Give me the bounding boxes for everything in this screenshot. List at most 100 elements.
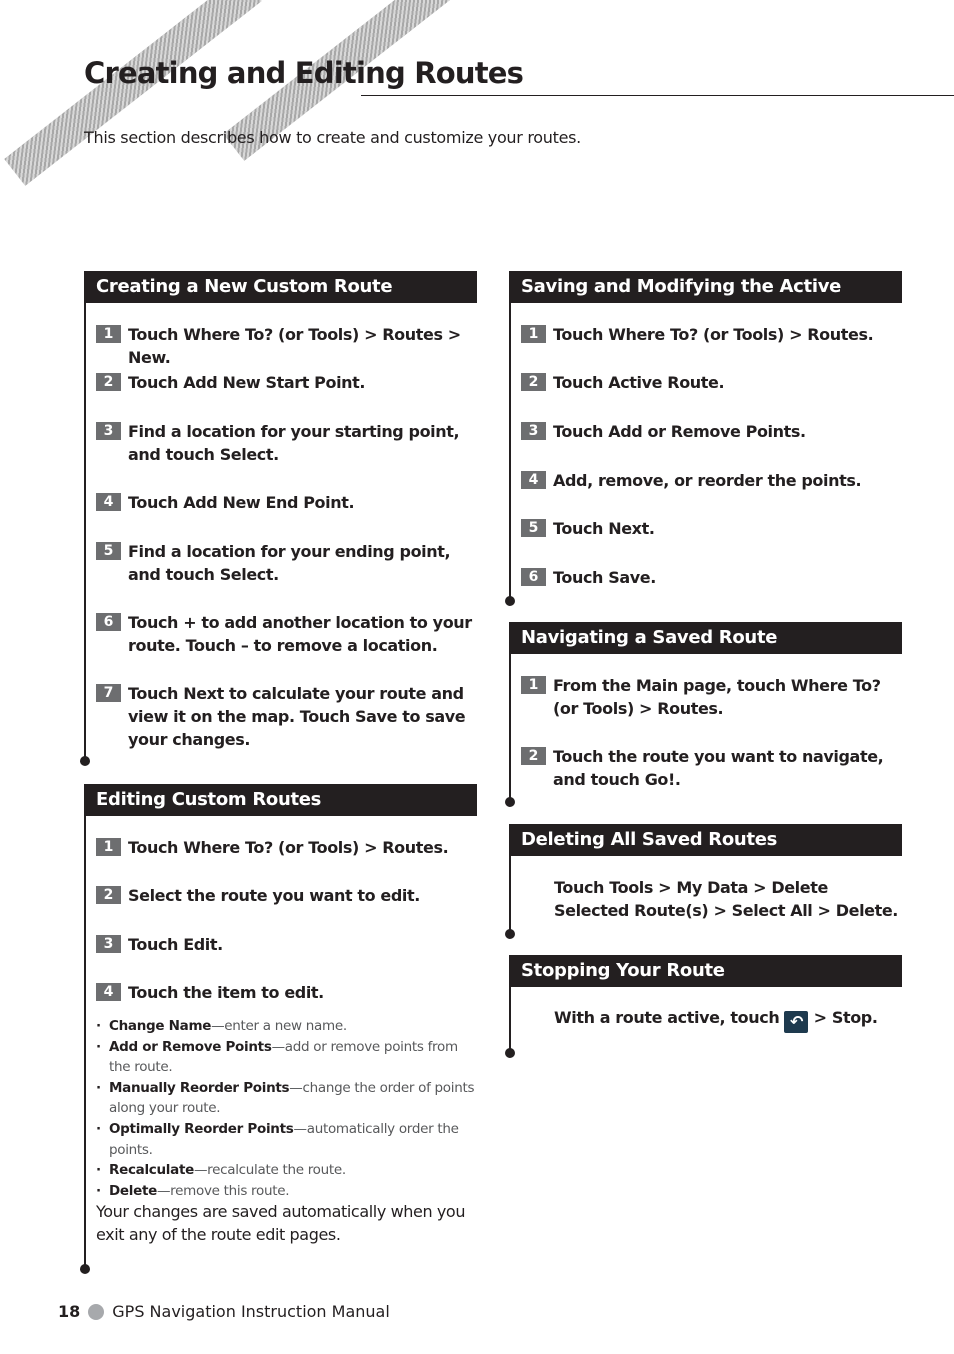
step-number: 5 xyxy=(521,519,546,537)
step-item: 5 Find a location for your ending point,… xyxy=(96,540,477,586)
step-number: 3 xyxy=(521,422,546,440)
stop-instruction: With a route active, touch ↶ > Stop. xyxy=(554,1006,902,1033)
stop-text-before: With a route active, touch xyxy=(554,1008,780,1027)
section-heading: Deleting All Saved Routes xyxy=(509,824,902,856)
step-item: 6 Touch + to add another location to you… xyxy=(96,611,477,657)
step-text: Touch Add New Start Point. xyxy=(128,373,366,392)
step-text: Touch the item to edit. xyxy=(128,983,324,1002)
section-rule xyxy=(84,816,86,1269)
step-number: 6 xyxy=(96,613,121,631)
section-end-dot xyxy=(505,929,515,939)
step-number: 2 xyxy=(96,886,121,904)
page-number: 18 xyxy=(58,1302,81,1321)
decorative-tire-track xyxy=(4,0,262,186)
step-text: Touch the route you want to navigate, an… xyxy=(553,747,884,789)
option-desc: —recalculate the route. xyxy=(193,1162,346,1179)
section-navigating-saved-route: Navigating a Saved Route 1 From the Main… xyxy=(505,622,902,812)
option-desc: —remove this route. xyxy=(156,1182,290,1199)
step-item: 2 Touch the route you want to navigate, … xyxy=(521,745,902,791)
option-term: Manually Reorder Points xyxy=(109,1079,290,1096)
section-rule xyxy=(509,987,511,1053)
step-item: 4 Touch the item to edit. xyxy=(96,981,477,1004)
step-text: Find a location for your ending point, a… xyxy=(128,542,451,584)
step-number: 2 xyxy=(521,747,546,765)
step-text: Touch Active Route. xyxy=(553,373,725,392)
step-text: Touch Save. xyxy=(553,568,656,587)
footer-dot-icon xyxy=(88,1303,105,1320)
section-end-dot xyxy=(80,1264,90,1274)
section-rule xyxy=(84,303,86,761)
step-number: 1 xyxy=(96,325,121,343)
step-item: 1 Touch Where To? (or Tools) > Routes. xyxy=(96,836,477,859)
delete-instruction: Touch Tools > My Data > Delete Selected … xyxy=(554,878,898,920)
section-end-dot xyxy=(80,756,90,766)
section-rule xyxy=(509,303,511,601)
step-number: 3 xyxy=(96,935,121,953)
manual-title: GPS Navigation Instruction Manual xyxy=(112,1302,390,1321)
step-number: 7 xyxy=(96,684,121,702)
step-number: 2 xyxy=(96,373,121,391)
step-text: Touch Edit. xyxy=(128,935,223,954)
step-text: Touch Where To? (or Tools) > Routes. xyxy=(553,325,874,344)
back-arrow-icon: ↶ xyxy=(784,1011,809,1033)
step-text: Touch Add or Remove Points. xyxy=(553,422,806,441)
section-deleting-saved-routes: Deleting All Saved Routes Touch Tools > … xyxy=(505,824,902,944)
section-rule xyxy=(509,654,511,802)
page-title: Creating and Editing Routes xyxy=(84,56,524,90)
step-number: 2 xyxy=(521,373,546,391)
section-end-dot xyxy=(505,797,515,807)
closing-note: Your changes are saved automatically whe… xyxy=(96,1202,466,1244)
page-footer: 18 GPS Navigation Instruction Manual xyxy=(58,1302,390,1321)
step-number: 1 xyxy=(521,676,546,694)
section-editing-routes: Editing Custom Routes 1 Touch Where To? … xyxy=(80,784,477,1279)
section-end-dot xyxy=(505,596,515,606)
edit-option: Add or Remove Points—add or remove point… xyxy=(96,1037,476,1078)
option-desc: —enter a new name. xyxy=(211,1018,347,1034)
option-term: Delete xyxy=(109,1182,157,1199)
step-text: Touch + to add another location to your … xyxy=(128,613,472,655)
stop-text-after: > Stop. xyxy=(813,1008,878,1027)
section-stopping-route: Stopping Your Route With a route active,… xyxy=(505,955,902,1065)
step-text: Add, remove, or reorder the points. xyxy=(553,471,862,490)
step-item: 1 From the Main page, touch Where To? (o… xyxy=(521,674,902,720)
step-text: From the Main page, touch Where To? (or … xyxy=(553,676,881,718)
step-item: 2 Touch Add New Start Point. xyxy=(96,371,477,394)
edit-option: Recalculate—recalculate the route. xyxy=(96,1160,476,1181)
intro-text: This section describes how to create and… xyxy=(84,128,581,147)
section-heading: Editing Custom Routes xyxy=(84,784,477,816)
step-number: 4 xyxy=(521,471,546,489)
step-item: 4 Touch Add New End Point. xyxy=(96,491,477,514)
step-item: 5 Touch Next. xyxy=(521,517,902,540)
section-rule xyxy=(509,856,511,934)
step-number: 6 xyxy=(521,568,546,586)
step-number: 3 xyxy=(96,422,121,440)
step-text: Select the route you want to edit. xyxy=(128,886,420,905)
edit-option: Change Name—enter a new name. xyxy=(96,1016,476,1037)
step-item: 1 Touch Where To? (or Tools) > Routes > … xyxy=(96,323,477,369)
step-item: 3 Touch Edit. xyxy=(96,933,477,956)
step-text: Touch Where To? (or Tools) > Routes > Ne… xyxy=(128,325,461,367)
section-heading: Navigating a Saved Route xyxy=(509,622,902,654)
section-saving-active-route: Saving and Modifying the Active Route 1 … xyxy=(505,271,902,611)
step-item: 4 Add, remove, or reorder the points. xyxy=(521,469,902,492)
section-heading: Creating a New Custom Route xyxy=(84,271,477,303)
edit-options-list: Change Name—enter a new name. Add or Rem… xyxy=(96,1016,476,1201)
step-number: 5 xyxy=(96,542,121,560)
edit-option: Optimally Reorder Points—automatically o… xyxy=(96,1119,476,1160)
step-item: 3 Find a location for your starting poin… xyxy=(96,420,477,466)
step-item: 7 Touch Next to calculate your route and… xyxy=(96,682,477,751)
section-heading: Stopping Your Route xyxy=(509,955,902,987)
step-item: 1 Touch Where To? (or Tools) > Routes. xyxy=(521,323,902,346)
title-rule xyxy=(361,95,954,96)
step-text: Touch Next to calculate your route and v… xyxy=(128,684,466,749)
step-number: 4 xyxy=(96,493,121,511)
step-item: 3 Touch Add or Remove Points. xyxy=(521,420,902,443)
section-end-dot xyxy=(505,1048,515,1058)
option-term: Recalculate xyxy=(109,1162,194,1179)
step-text: Find a location for your starting point,… xyxy=(128,422,460,464)
step-text: Touch Where To? (or Tools) > Routes. xyxy=(128,838,449,857)
edit-option: Manually Reorder Points—change the order… xyxy=(96,1078,476,1119)
step-number: 1 xyxy=(521,325,546,343)
step-item: 6 Touch Save. xyxy=(521,566,902,589)
step-number: 4 xyxy=(96,983,121,1001)
